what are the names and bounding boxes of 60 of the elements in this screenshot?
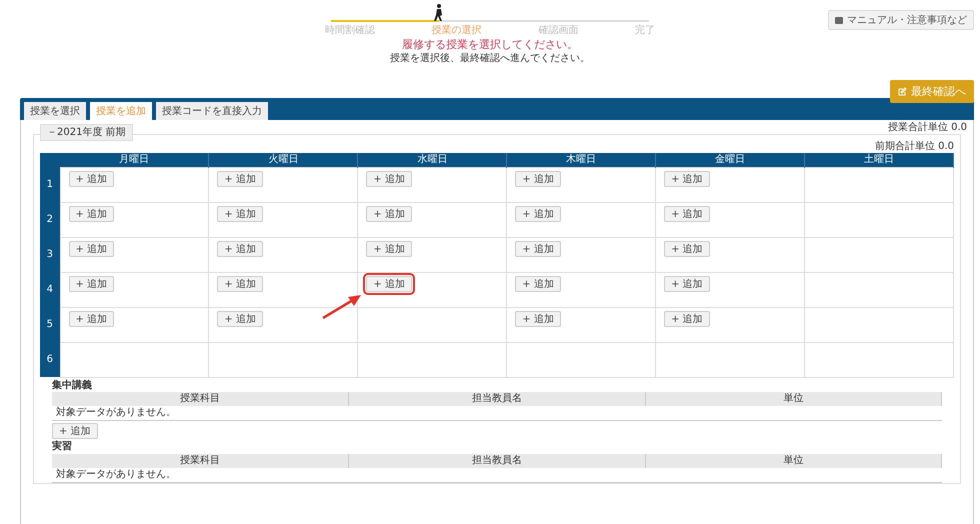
period-number: 3 <box>40 237 60 272</box>
step-label: 授業の選択 <box>432 25 482 36</box>
add-button[interactable]: + 追加 <box>664 276 710 292</box>
period-number: 4 <box>40 272 60 307</box>
add-button[interactable]: + 追加 <box>217 310 263 326</box>
add-button[interactable]: + 追加 <box>515 276 561 292</box>
add-button[interactable]: + 追加 <box>217 276 263 292</box>
column-header: 担当教員名 <box>348 454 645 468</box>
add-button[interactable]: + 追加 <box>366 206 412 222</box>
column-header: 授業科目 <box>52 454 348 468</box>
total-credits: 授業合計単位 0.0 <box>888 122 967 133</box>
column-header: 授業科目 <box>52 392 348 406</box>
day-header: 火曜日 <box>208 152 358 167</box>
tab[interactable]: 授業コードを直接入力 <box>156 102 268 120</box>
add-button[interactable]: + 追加 <box>515 240 561 256</box>
add-button[interactable]: + 追加 <box>515 310 561 326</box>
edit-icon <box>898 87 907 96</box>
term-legend[interactable]: －2021年度 前期 <box>40 124 133 141</box>
day-header: 月曜日 <box>60 152 209 167</box>
add-button[interactable]: + 追加 <box>217 170 263 186</box>
term-credits: 前期合計単位 0.0 <box>874 141 954 152</box>
section-title: 実習 <box>52 441 72 452</box>
section-title: 集中講義 <box>52 380 92 390</box>
period-number: 1 <box>40 167 60 202</box>
column-header: 担当教員名 <box>348 392 645 406</box>
column-header: 単位 <box>645 392 942 406</box>
step-label: 完了 <box>634 25 655 36</box>
day-header: 水曜日 <box>358 152 507 167</box>
empty-row: 対象データがありません。 <box>52 468 942 482</box>
add-button[interactable]: + 追加 <box>68 310 114 326</box>
day-header: 木曜日 <box>506 152 656 167</box>
add-button[interactable]: + 追加 <box>366 240 412 256</box>
add-button[interactable]: + 追加 <box>664 170 710 186</box>
walking-person-icon <box>434 4 444 22</box>
add-button[interactable]: + 追加 <box>664 310 710 326</box>
add-button[interactable]: + 追加 <box>366 170 412 186</box>
period-number: 6 <box>40 342 60 377</box>
add-button[interactable]: + 追加 <box>515 206 561 222</box>
add-button[interactable]: + 追加 <box>664 240 710 256</box>
add-button[interactable]: + 追加 <box>664 206 710 222</box>
day-header: 金曜日 <box>656 152 805 167</box>
add-button[interactable]: + 追加 <box>217 240 263 256</box>
column-header: 単位 <box>645 454 942 468</box>
manual-button[interactable]: マニュアル・注意事項など <box>828 10 974 30</box>
add-button[interactable]: + 追加 <box>68 240 114 256</box>
add-button[interactable]: + 追加 <box>217 206 263 222</box>
step-label: 確認画面 <box>538 25 578 36</box>
add-button[interactable]: + 追加 <box>68 170 114 186</box>
day-header: 土曜日 <box>804 152 954 167</box>
period-number: 2 <box>40 202 60 237</box>
instruction-text: 授業を選択後、最終確認へ進んでください。 <box>389 53 591 65</box>
add-button[interactable]: + 追加 <box>68 276 114 292</box>
empty-row: 対象データがありません。 <box>52 406 942 420</box>
instruction-message: 履修する授業を選択してください。 <box>401 38 579 52</box>
add-button[interactable]: + 追加 <box>52 423 98 439</box>
period-number: 5 <box>40 307 60 342</box>
add-button[interactable]: + 追加 <box>515 170 561 186</box>
add-button[interactable]: + 追加 <box>68 206 114 222</box>
step-label: 時間割確認 <box>325 25 375 36</box>
tab[interactable]: 授業を選択 <box>24 102 86 120</box>
